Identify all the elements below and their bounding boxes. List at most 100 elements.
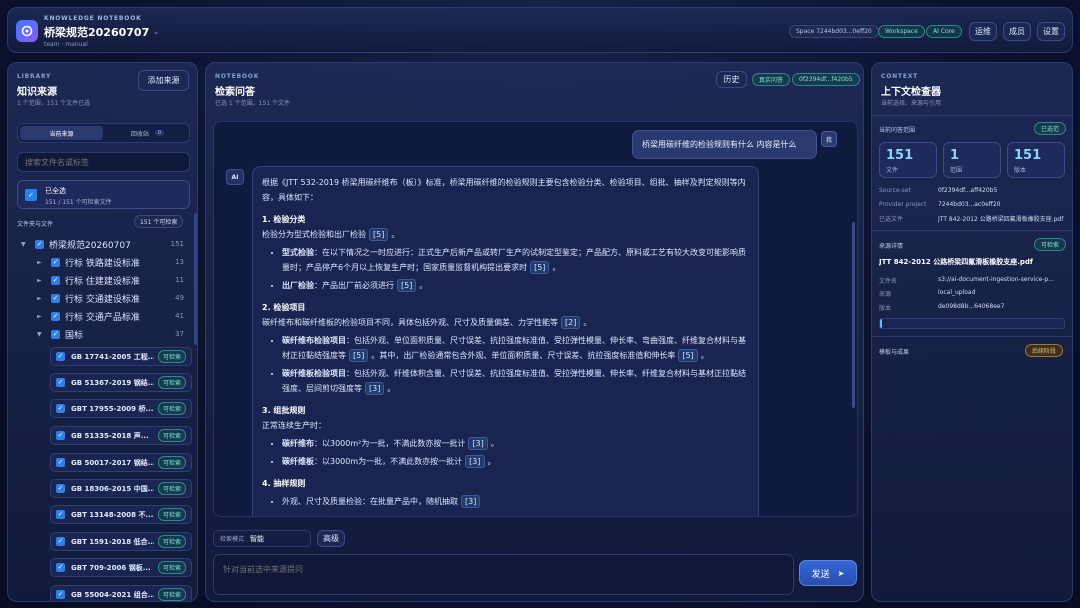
source-search-input[interactable] — [17, 152, 190, 172]
settings-button[interactable]: 设置 — [1037, 22, 1065, 41]
context-title: 上下文检查器 — [881, 87, 941, 98]
add-source-button[interactable]: 添加来源 — [138, 70, 189, 91]
source-file-card[interactable]: ✓ GBT 709-2006 钢板... 可检索 — [50, 558, 192, 577]
source-file-card[interactable]: ✓ GBT 17955-2009 桥... 可检索 — [50, 399, 192, 418]
citation-ref[interactable]: [5] — [678, 349, 698, 362]
expand-arrow-icon[interactable]: ▼ — [21, 241, 35, 248]
source-file-card[interactable]: ✓ GB 18306-2015 中国... 可检索 — [50, 479, 192, 498]
file-checkbox[interactable]: ✓ — [56, 590, 65, 599]
source-file-card[interactable]: ✓ GB 50017-2017 钢结... 可检索 — [50, 453, 192, 472]
chat-scrollbar[interactable] — [852, 222, 855, 408]
folder-checkbox[interactable]: ✓ — [51, 293, 60, 303]
send-icon: ➤ — [837, 568, 845, 578]
context-subtitle: 当前选择、来源与引用 — [881, 100, 942, 107]
stat-versions-label: 版本 — [1014, 167, 1027, 174]
searchable-tag: 可检索 — [157, 561, 186, 574]
tree-folder[interactable]: ▼ ✓ 国标 37 — [37, 325, 184, 343]
file-checkbox[interactable]: ✓ — [56, 404, 65, 413]
expand-arrow-icon[interactable]: ▼ — [37, 331, 51, 338]
kv-key: Provider project — [879, 201, 927, 208]
citation-ref[interactable]: [5] — [530, 261, 550, 274]
tree-folder[interactable]: ▼ ✓ 桥梁规范20260707 151 — [21, 235, 184, 253]
kv-value: 7244bd03...ac0eff20 — [938, 201, 1001, 208]
citation-ref[interactable]: [2] — [561, 316, 581, 329]
citation-ref[interactable]: [3] — [465, 455, 485, 468]
select-all-card[interactable]: ✓ 已全选 151 / 151 个可检索文件 — [17, 180, 190, 209]
search-mode-value: 智能 — [250, 534, 265, 543]
answer-s4-b1-text: 外观、尺寸及质量检验：在批量产品中，随机抽取 — [282, 497, 458, 506]
folder-checkbox[interactable]: ✓ — [51, 275, 60, 285]
notebook-title[interactable]: 桥梁规范20260707 ⌄ — [44, 24, 159, 40]
citation-ref[interactable]: [5] — [349, 349, 369, 362]
tree-folder[interactable]: ► ✓ 行标 交通建设标准 49 — [37, 289, 184, 307]
tab-recycle-bin[interactable]: 回收站 0 — [106, 126, 189, 140]
searchable-tag: 可检索 — [157, 376, 186, 389]
kv-selected-file: 已选文件 JTT 842-2012 公路桥梁四氟滑板橡胶支座.pdf — [879, 214, 1065, 223]
send-button[interactable]: 发送 ➤ — [799, 560, 857, 586]
tree-folder[interactable]: ► ✓ 行标 铁路建设标准 13 — [37, 253, 184, 271]
tree-folder[interactable]: ► ✓ 行标 交通产品标准 41 — [37, 307, 184, 325]
source-file-card[interactable]: ✓ GB 51335-2018 声... 可检索 — [50, 426, 192, 445]
answer-s2-list: 碳纤维布检验项目：包括外观、单位面积质量、尺寸误差、抗拉强度标准值、受拉弹性模量… — [262, 333, 749, 396]
source-file-card[interactable]: ✓ GB 55004-2021 组合... 可检索 — [50, 585, 192, 601]
file-checkbox[interactable]: ✓ — [56, 510, 65, 519]
answer-s4-list: 外观、尺寸及质量检验：在批量产品中，随机抽取[3] — [262, 494, 749, 509]
file-checkbox[interactable]: ✓ — [56, 378, 65, 387]
library-eyebrow: LIBRARY — [17, 73, 52, 80]
notebook-subtitle: team · manual — [44, 41, 88, 48]
folder-count: 37 — [175, 330, 184, 338]
source-file-card[interactable]: ✓ GBT 13148-2008 不... 可检索 — [50, 505, 192, 524]
members-button[interactable]: 成员 — [1003, 22, 1031, 41]
real-qa-pill: 真实问答 — [752, 73, 791, 86]
expand-arrow-icon[interactable]: ► — [37, 295, 51, 302]
ai-avatar: AI — [226, 169, 244, 185]
kv-key: 已选文件 — [879, 216, 904, 223]
answer-s2-b1-label: 碳纤维布检验项目 — [282, 336, 346, 345]
answer-s3-line: 正常连续生产时： — [262, 421, 326, 430]
scope-badge: 已选范 — [1034, 122, 1067, 135]
search-mode-select[interactable]: 检索模式 智能 — [213, 530, 311, 547]
folder-checkbox[interactable]: ✓ — [51, 257, 60, 267]
citation-ref[interactable]: [5] — [397, 279, 417, 292]
citation-ref[interactable]: [3] — [461, 495, 481, 508]
source-file-card[interactable]: ✓ GB 51367-2019 钢结... 可检索 — [50, 373, 192, 392]
tree-scrollbar[interactable] — [194, 213, 197, 345]
file-title: GB 51335-2018 声... — [71, 431, 149, 440]
expand-arrow-icon[interactable]: ► — [37, 259, 51, 266]
answer-s3-b2-text: ：以3000m为一批，不满此数亦按一批计 — [314, 457, 463, 466]
question-input[interactable] — [213, 554, 794, 595]
ops-button[interactable]: 运维 — [969, 22, 997, 41]
answer-s2-bullet-1: 碳纤维布检验项目：包括外观、单位面积质量、尺寸误差、抗拉强度标准值、受拉弹性模量… — [282, 333, 749, 363]
history-button[interactable]: 历史 — [716, 71, 747, 88]
expand-arrow-icon[interactable]: ► — [37, 277, 51, 284]
source-file-card[interactable]: ✓ GBT 1591-2018 低合... 可检索 — [50, 532, 192, 551]
tree-folder[interactable]: ► ✓ 行标 住建建设标准 11 — [37, 271, 184, 289]
answer-section-3-title: 3. 组批规则 — [262, 406, 306, 415]
expand-arrow-icon[interactable]: ► — [37, 313, 51, 320]
file-checkbox[interactable]: ✓ — [56, 563, 65, 572]
context-divider — [871, 336, 1073, 337]
folder-checkbox[interactable]: ✓ — [51, 329, 60, 339]
file-checkbox[interactable]: ✓ — [56, 352, 65, 361]
library-subtitle: 1 个范围，151 个文件已选 — [17, 100, 91, 107]
tab-recycle-label: 回收站 — [130, 130, 149, 138]
ai-answer: 根据《JTT 532-2019 桥梁用碳纤维布（板）》标准，桥梁用碳纤维的检验规… — [252, 166, 759, 516]
advanced-button[interactable]: 高级 — [317, 530, 345, 547]
folder-checkbox[interactable]: ✓ — [35, 239, 44, 249]
stat-scopes-number: 1 — [950, 148, 960, 163]
tab-current-sources[interactable]: 当前来源 — [20, 126, 103, 140]
file-checkbox[interactable]: ✓ — [56, 458, 65, 467]
source-file-card[interactable]: ✓ GB 17741-2005 工程... 可检索 — [50, 347, 192, 366]
file-checkbox[interactable]: ✓ — [56, 537, 65, 546]
file-checkbox[interactable]: ✓ — [56, 431, 65, 440]
searchable-tag: 可检索 — [157, 402, 186, 415]
citation-ref[interactable]: [3] — [365, 382, 385, 395]
citation-ref[interactable]: [5] — [369, 228, 389, 241]
citation-ref[interactable]: [3] — [468, 437, 488, 450]
folder-checkbox[interactable]: ✓ — [51, 311, 60, 321]
stat-files: 151 文件 — [879, 142, 937, 178]
select-all-checkbox[interactable]: ✓ — [25, 189, 37, 201]
ingestion-progress-bar — [879, 318, 1065, 329]
notebook-title-text: 桥梁规范20260707 — [44, 26, 150, 39]
file-checkbox[interactable]: ✓ — [56, 484, 65, 493]
